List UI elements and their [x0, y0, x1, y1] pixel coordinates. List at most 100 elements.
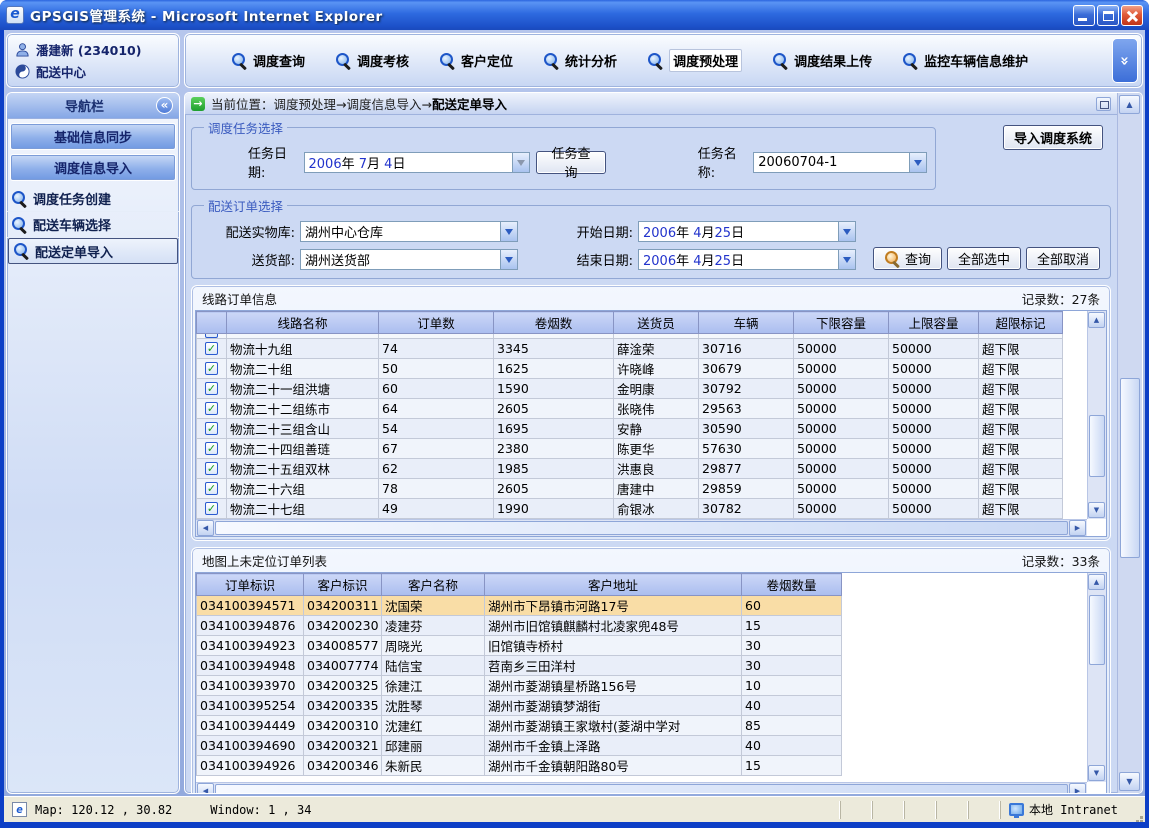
table-row[interactable]: ✓物流二十四组善琏672380陈更华576305000050000超下限: [197, 439, 1063, 459]
minimize-button[interactable]: [1073, 5, 1095, 26]
column-header[interactable]: 卷烟数量: [742, 574, 842, 596]
route-table-hscrollbar[interactable]: ◀ ▶: [196, 519, 1087, 536]
table-row[interactable]: ✓物流二十一组洪塘601590金明康307925000050000超下限: [197, 379, 1063, 399]
table-row[interactable]: 034100394690034200321邱建丽湖州市千金镇上泽路40: [197, 736, 842, 756]
maximize-button[interactable]: [1097, 5, 1119, 26]
dropdown-arrow-icon[interactable]: [838, 222, 855, 241]
table-row[interactable]: 034100395254034200335沈胜琴湖州市菱湖镇梦湖街40: [197, 696, 842, 716]
row-checkbox[interactable]: ✓: [205, 482, 218, 495]
task-name-combobox[interactable]: 20060704-1: [753, 152, 927, 173]
resize-grip[interactable]: [1132, 797, 1145, 822]
sidebar-group-button[interactable]: 基础信息同步: [10, 123, 176, 150]
table-cell: 超下限: [979, 479, 1063, 499]
breadcrumb-current: 配送定单导入: [432, 97, 507, 112]
table-cell: 57630: [699, 439, 794, 459]
sidebar-item[interactable]: 配送车辆选择: [7, 212, 179, 238]
table-row[interactable]: 034100394876034200230凌建芬湖州市旧馆镇麒麟村北凌家兜48号…: [197, 616, 842, 636]
table-row[interactable]: ✓物流二十三组含山541695安静305905000050000超下限: [197, 419, 1063, 439]
warehouse-value: 湖州中心仓库: [301, 222, 500, 241]
table-row[interactable]: 034100394571034200311沈国荣湖州市下昂镇市河路17号60: [197, 596, 842, 616]
content-vscrollbar[interactable]: ▲ ▼: [1117, 93, 1142, 793]
table-row[interactable]: 034100394923034008577周晓光旧馆镇寺桥村30: [197, 636, 842, 656]
magnifier-icon: [543, 53, 560, 69]
table-cell: 30792: [699, 379, 794, 399]
row-checkbox[interactable]: ✓: [205, 342, 218, 355]
toolbar-item[interactable]: 调度预处理: [647, 49, 742, 72]
column-header[interactable]: 订单数: [379, 312, 494, 334]
column-header[interactable]: 上限容量: [889, 312, 979, 334]
deselect-all-button[interactable]: 全部取消: [1026, 247, 1100, 270]
close-button[interactable]: [1121, 5, 1143, 26]
row-checkbox[interactable]: ✓: [205, 382, 218, 395]
column-header[interactable]: 送货员: [614, 312, 699, 334]
breadcrumb-arrow-icon: →: [191, 97, 205, 111]
table-row[interactable]: 034100393970034200325徐建江湖州市菱湖镇星桥路156号10: [197, 676, 842, 696]
table-cell: 62: [379, 459, 494, 479]
row-checkbox[interactable]: ✓: [205, 362, 218, 375]
table-row[interactable]: 034100394926034200346朱新民湖州市千金镇朝阳路80号15: [197, 756, 842, 776]
sidebar-item[interactable]: 调度任务创建: [7, 186, 179, 212]
collapse-section-button[interactable]: [1096, 97, 1111, 111]
table-row[interactable]: ✓物流十九组743345薛淦荣307165000050000超下限: [197, 339, 1063, 359]
column-header[interactable]: 车辆: [699, 312, 794, 334]
task-query-button[interactable]: 任务查询: [536, 151, 606, 174]
nav-header: 导航栏 «: [7, 93, 179, 119]
magnifier-icon: [439, 53, 456, 69]
toolbar-item[interactable]: 调度考核: [335, 51, 409, 70]
row-checkbox[interactable]: ✓: [205, 402, 218, 415]
column-header[interactable]: 订单标识: [197, 574, 304, 596]
table-row[interactable]: ✓物流二十六组782605唐建中298595000050000超下限: [197, 479, 1063, 499]
collapse-sidebar-button[interactable]: «: [156, 97, 173, 114]
column-header[interactable]: 下限容量: [794, 312, 889, 334]
title-bar[interactable]: e GPSGIS管理系统 - Microsoft Internet Explor…: [0, 0, 1149, 30]
table-cell: 50000: [794, 419, 889, 439]
row-checkbox[interactable]: ✓: [205, 334, 218, 338]
delivery-dept-combobox[interactable]: 湖州送货部: [300, 249, 518, 270]
order-select-fieldset: 配送订单选择 配送实物库: 湖州中心仓库 开始日期: 2006年 4月25日 送…: [191, 196, 1111, 279]
table-row[interactable]: ✓物流二十二组练市642605张晓伟295635000050000超下限: [197, 399, 1063, 419]
table-cell: 1990: [494, 499, 614, 519]
unlocated-table-vscrollbar[interactable]: ▲ ▼: [1087, 573, 1106, 782]
toolbar-item[interactable]: 监控车辆信息维护: [902, 51, 1028, 70]
table-row[interactable]: ✓物流二十组501625许晓峰306795000050000超下限: [197, 359, 1063, 379]
query-button[interactable]: 查询: [873, 247, 942, 270]
column-header[interactable]: 超限标记: [979, 312, 1063, 334]
unlocated-table-hscrollbar[interactable]: ◀ ▶: [196, 782, 1087, 793]
table-cell: 超下限: [979, 399, 1063, 419]
dropdown-arrow-icon[interactable]: [512, 153, 529, 172]
toolbar-item[interactable]: 客户定位: [439, 51, 513, 70]
security-zone: 本地 Intranet: [1000, 801, 1132, 819]
table-row[interactable]: 034100394449034200310沈建红湖州市菱湖镇王家墩村(菱湖中学对…: [197, 716, 842, 736]
column-header[interactable]: 客户地址: [485, 574, 742, 596]
toolbar-item[interactable]: 调度结果上传: [772, 51, 872, 70]
table-row[interactable]: ✓物流二十五组双林621985洪惠良298775000050000超下限: [197, 459, 1063, 479]
column-header[interactable]: 客户名称: [382, 574, 485, 596]
dropdown-arrow-icon[interactable]: [500, 250, 517, 269]
table-cell: 安静: [614, 419, 699, 439]
table-row[interactable]: ✓物流二十七组491990俞银冰307825000050000超下限: [197, 499, 1063, 519]
start-date-combobox[interactable]: 2006年 4月25日: [638, 221, 856, 242]
row-checkbox[interactable]: ✓: [205, 422, 218, 435]
dropdown-arrow-icon[interactable]: [838, 250, 855, 269]
select-all-button[interactable]: 全部选中: [947, 247, 1021, 270]
row-checkbox[interactable]: ✓: [205, 502, 218, 515]
toolbar-more-button[interactable]: »: [1112, 38, 1138, 83]
sidebar-group-button[interactable]: 调度信息导入: [10, 154, 176, 181]
dropdown-arrow-icon[interactable]: [909, 153, 926, 172]
import-to-dispatch-button[interactable]: 导入调度系统: [1003, 125, 1103, 150]
route-table-vscrollbar[interactable]: ▲ ▼: [1087, 311, 1106, 519]
end-date-combobox[interactable]: 2006年 4月25日: [638, 249, 856, 270]
dropdown-arrow-icon[interactable]: [500, 222, 517, 241]
table-row[interactable]: 034100394948034007774陆信宝苕南乡三田洋村30: [197, 656, 842, 676]
column-header[interactable]: 线路名称: [227, 312, 379, 334]
warehouse-combobox[interactable]: 湖州中心仓库: [300, 221, 518, 242]
task-date-combobox[interactable]: 2006年 7月 4日: [304, 152, 531, 173]
column-header[interactable]: 客户标识: [304, 574, 382, 596]
toolbar-item[interactable]: 调度查询: [231, 51, 305, 70]
toolbar-item[interactable]: 统计分析: [543, 51, 617, 70]
sidebar-item[interactable]: 配送定单导入: [8, 238, 178, 264]
row-checkbox[interactable]: ✓: [205, 462, 218, 475]
column-header[interactable]: 卷烟数: [494, 312, 614, 334]
row-checkbox[interactable]: ✓: [205, 442, 218, 455]
toolbar-item-label: 调度结果上传: [794, 51, 872, 70]
